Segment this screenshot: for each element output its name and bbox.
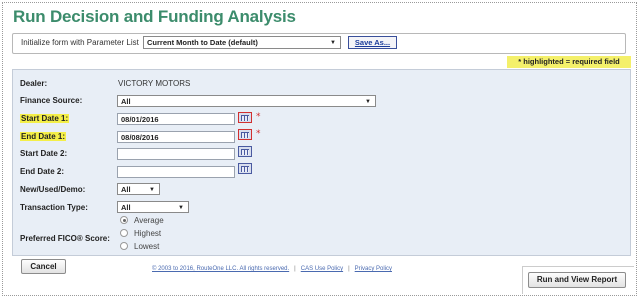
save-as-button[interactable]: Save As...: [348, 36, 397, 49]
chevron-down-icon: ▼: [330, 40, 336, 46]
start-date-2-label: Start Date 2:: [20, 149, 68, 158]
new-used-demo-value: All: [121, 185, 131, 194]
run-report-button[interactable]: Run and View Report: [528, 272, 626, 288]
fico-option-lowest[interactable]: Lowest: [120, 242, 159, 251]
new-used-demo-select[interactable]: All ▼: [117, 183, 160, 195]
finance-source-value: All: [121, 97, 131, 106]
start-date-2-input[interactable]: [117, 148, 235, 160]
dealer-label: Dealer:: [20, 79, 48, 88]
calendar-icon[interactable]: [238, 129, 252, 140]
transaction-type-label: Transaction Type:: [20, 203, 88, 212]
chevron-down-icon: ▼: [149, 187, 155, 193]
parameter-list-label: Initialize form with Parameter List: [21, 38, 139, 47]
end-date-2-label: End Date 2:: [20, 167, 65, 176]
required-star: *: [256, 129, 261, 139]
report-form: Dealer: VICTORY MOTORS Finance Source: A…: [12, 69, 631, 256]
parameter-list-select[interactable]: Current Month to Date (default) ▼: [143, 36, 341, 49]
page-title: Run Decision and Funding Analysis: [13, 7, 296, 26]
cancel-button[interactable]: Cancel: [21, 259, 66, 274]
finance-source-select[interactable]: All ▼: [117, 95, 376, 107]
cas-use-policy-link[interactable]: CAS Use Policy: [301, 266, 343, 272]
parameter-list-value: Current Month to Date (default): [147, 38, 258, 47]
privacy-policy-link[interactable]: Privacy Policy: [355, 266, 392, 272]
radio-icon[interactable]: [120, 229, 128, 237]
end-date-1-label: End Date 1:: [20, 132, 67, 141]
copyright-link[interactable]: © 2003 to 2016, RouteOne LLC. All rights…: [152, 266, 289, 272]
dealer-value: VICTORY MOTORS: [118, 79, 191, 88]
calendar-icon[interactable]: [238, 163, 252, 174]
end-date-1-input[interactable]: 08/08/2016: [117, 131, 235, 143]
radio-icon[interactable]: [120, 242, 128, 250]
chevron-down-icon: ▼: [178, 205, 184, 211]
radio-selected-icon[interactable]: [120, 216, 128, 224]
calendar-icon[interactable]: [238, 112, 252, 123]
transaction-type-value: All: [121, 203, 131, 212]
start-date-1-input[interactable]: 08/01/2016: [117, 113, 235, 125]
fico-option-average[interactable]: Average: [120, 216, 164, 225]
end-date-2-input[interactable]: [117, 166, 235, 178]
fico-score-label: Preferred FICO® Score:: [20, 234, 110, 243]
fico-option-highest[interactable]: Highest: [120, 229, 161, 238]
calendar-icon[interactable]: [238, 146, 252, 157]
required-star: *: [256, 112, 261, 122]
required-field-note: * highlighted = required field: [507, 56, 631, 68]
start-date-1-label: Start Date 1:: [20, 114, 70, 123]
finance-source-label: Finance Source:: [20, 96, 83, 105]
footer-links: © 2003 to 2016, RouteOne LLC. All rights…: [152, 266, 392, 272]
chevron-down-icon: ▼: [365, 99, 371, 105]
transaction-type-select[interactable]: All ▼: [117, 201, 189, 213]
new-used-demo-label: New/Used/Demo:: [20, 185, 86, 194]
parameter-list-bar: Initialize form with Parameter List Curr…: [12, 33, 626, 54]
